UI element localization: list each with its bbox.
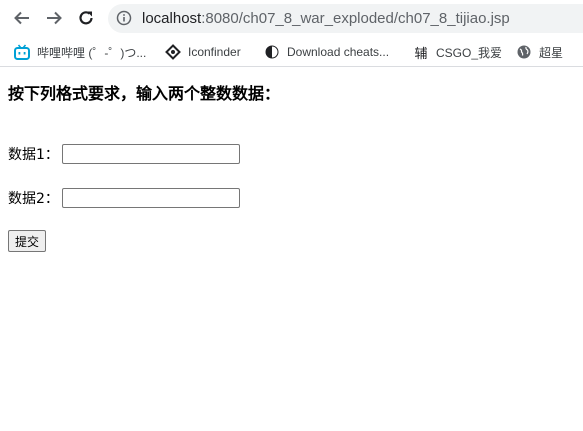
bookmark-chaoxing[interactable]: 超星 xyxy=(516,42,563,62)
reload-button[interactable] xyxy=(74,6,98,30)
field1-input[interactable] xyxy=(61,144,240,164)
url-text: localhost:8080/ch07_8_war_exploded/ch07_… xyxy=(142,9,510,28)
info-icon[interactable] xyxy=(116,10,132,26)
half-moon-icon xyxy=(264,44,280,60)
bookmark-label: CSGO_我爱 xyxy=(436,45,503,60)
forward-button[interactable] xyxy=(42,6,66,30)
fu-icon: 辅 xyxy=(414,45,428,61)
reload-icon xyxy=(79,11,93,25)
bookmark-bilibili[interactable]: 哔哩哔哩 (゜-゜)つ... xyxy=(14,42,146,62)
field1-label: 数据1： xyxy=(8,147,59,163)
bookmark-label: Iconfinder xyxy=(188,45,241,59)
bookmark-label: 哔哩哔哩 (゜-゜)つ... xyxy=(37,45,147,60)
page-heading: 按下列格式要求，输入两个整数数据： xyxy=(8,84,281,103)
browser-toolbar: localhost:8080/ch07_8_war_exploded/ch07_… xyxy=(0,0,583,37)
bookmark-csgo[interactable]: 辅 CSGO_我爱 xyxy=(413,42,502,62)
iconfinder-icon xyxy=(165,44,181,60)
submit-button[interactable]: 提交 xyxy=(8,230,47,252)
bookmark-label: 超星 xyxy=(539,45,564,60)
bookmark-iconfinder[interactable]: Iconfinder xyxy=(165,42,241,62)
arrow-left-icon xyxy=(14,11,29,25)
back-button[interactable] xyxy=(10,6,34,30)
field2-input[interactable] xyxy=(61,188,240,208)
field2-label: 数据2： xyxy=(8,191,59,207)
globe-icon xyxy=(516,44,532,60)
address-bar[interactable]: localhost:8080/ch07_8_war_exploded/ch07_… xyxy=(108,4,583,33)
url-host: localhost xyxy=(142,10,202,27)
field1-row: 数据1： xyxy=(8,143,240,165)
bilibili-icon xyxy=(14,44,30,60)
bookmarks-bar: 哔哩哔哩 (゜-゜)つ... Iconfinder Download cheat… xyxy=(0,37,583,67)
bookmark-label: Download cheats... xyxy=(287,45,390,59)
bookmark-download-cheats[interactable]: Download cheats... xyxy=(264,42,389,62)
url-path: :8080/ch07_8_war_exploded/ch07_8_tijiao.… xyxy=(201,10,510,27)
field2-row: 数据2： xyxy=(8,187,240,209)
arrow-right-icon xyxy=(47,11,62,25)
